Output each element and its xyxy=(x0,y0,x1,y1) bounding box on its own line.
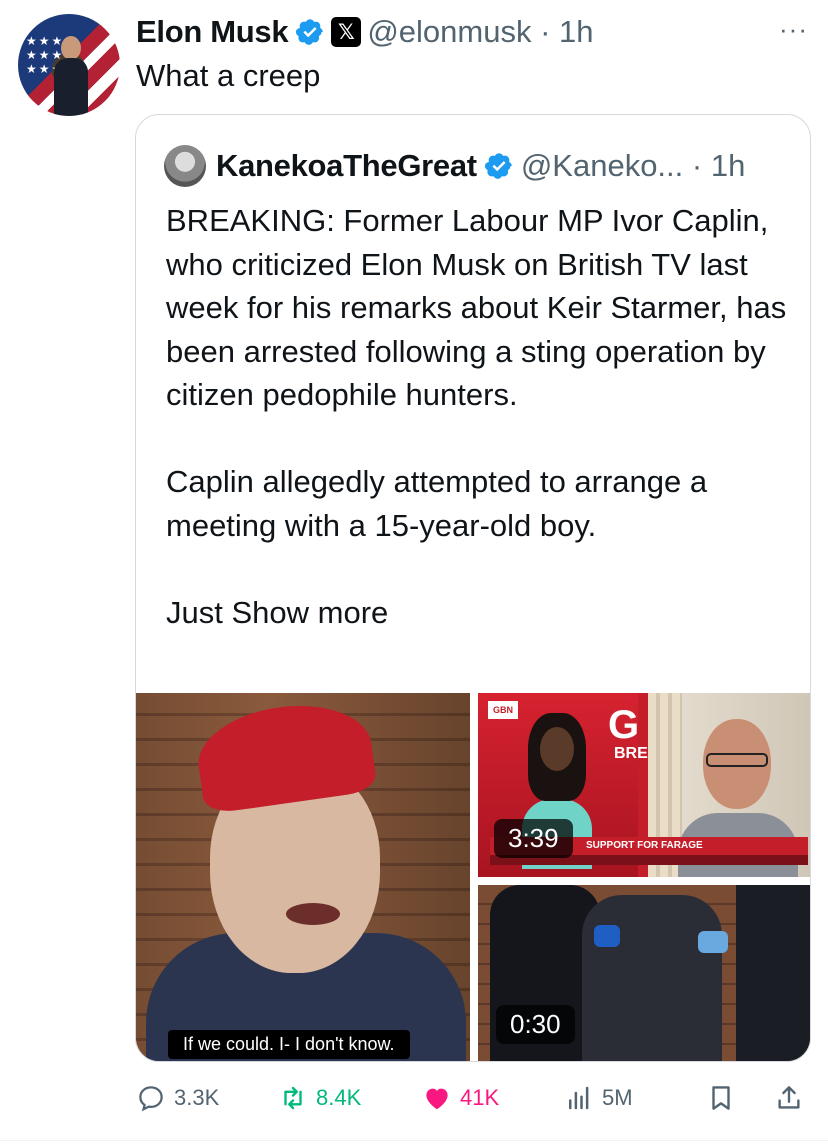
repost-icon xyxy=(284,1086,302,1110)
detained-man xyxy=(582,895,722,1061)
more-options-icon[interactable]: ··· xyxy=(779,14,808,45)
reply-button[interactable]: 3.3K xyxy=(136,1078,219,1118)
repost-count: 8.4K xyxy=(316,1085,362,1110)
police-officer xyxy=(736,885,810,1061)
video-thumbnail-3[interactable]: 0:30 xyxy=(478,885,810,1061)
channel-logo: GBN xyxy=(488,701,518,719)
quoted-post[interactable]: KanekoaTheGreat @Kaneko... · 1h BREAKING… xyxy=(135,114,811,1062)
quoted-author-handle-time[interactable]: @Kaneko... · 1h xyxy=(521,148,745,184)
verified-badge-icon xyxy=(484,153,512,179)
video-duration: 3:39 xyxy=(494,819,573,858)
author-name[interactable]: Elon Musk xyxy=(136,14,289,50)
blue-glove xyxy=(698,931,728,953)
post-author-row: Elon Musk 𝕏 @elonmusk · 1h xyxy=(136,12,594,52)
views-icon xyxy=(569,1086,589,1110)
author-handle-time[interactable]: @elonmusk · 1h xyxy=(367,14,593,50)
like-button[interactable]: 41K xyxy=(422,1078,499,1118)
avatar-person xyxy=(54,36,88,116)
like-count: 41K xyxy=(460,1085,500,1110)
video-caption: If we could. I- I don't know. xyxy=(168,1030,410,1059)
x-premium-badge-icon: 𝕏 xyxy=(331,17,362,47)
post-text: What a creep xyxy=(136,58,321,93)
quoted-author-avatar[interactable] xyxy=(164,145,206,187)
views-button[interactable]: 5M xyxy=(564,1078,633,1118)
action-bar: 3.3K 8.4K 41K 5M xyxy=(0,1078,828,1118)
share-button[interactable] xyxy=(774,1078,812,1118)
views-count: 5M xyxy=(602,1085,633,1110)
mouth xyxy=(286,903,340,925)
reply-count: 3.3K xyxy=(174,1085,220,1110)
quoted-author-name[interactable]: KanekoaTheGreat xyxy=(216,148,477,184)
studio-graphic-text: BRE xyxy=(614,745,648,762)
verified-badge-icon[interactable] xyxy=(295,17,325,47)
bookmark-button[interactable] xyxy=(706,1078,744,1118)
media-grid: If we could. I- I don't know. GBN G BRE … xyxy=(136,693,810,1061)
video-thumbnail-1[interactable]: If we could. I- I don't know. xyxy=(136,693,470,1061)
quoted-post-text[interactable]: BREAKING: Former Labour MP Ivor Caplin, … xyxy=(166,199,806,634)
video-duration: 0:30 xyxy=(496,1005,575,1044)
reply-icon xyxy=(139,1086,163,1112)
studio-graphic-letter: G xyxy=(608,703,640,747)
author-avatar[interactable]: ★★★ ★★★ ★★★ xyxy=(18,14,120,116)
blue-glove xyxy=(594,925,620,947)
bookmark-icon xyxy=(712,1086,730,1110)
post-divider xyxy=(0,1140,828,1141)
like-icon xyxy=(426,1088,448,1110)
repost-button[interactable]: 8.4K xyxy=(278,1078,361,1118)
video-thumbnail-2[interactable]: GBN G BRE SUPPORT FOR FARAGE 3:39 xyxy=(478,693,810,877)
quoted-author-row: KanekoaTheGreat @Kaneko... · 1h xyxy=(164,145,745,187)
share-icon xyxy=(778,1086,800,1109)
